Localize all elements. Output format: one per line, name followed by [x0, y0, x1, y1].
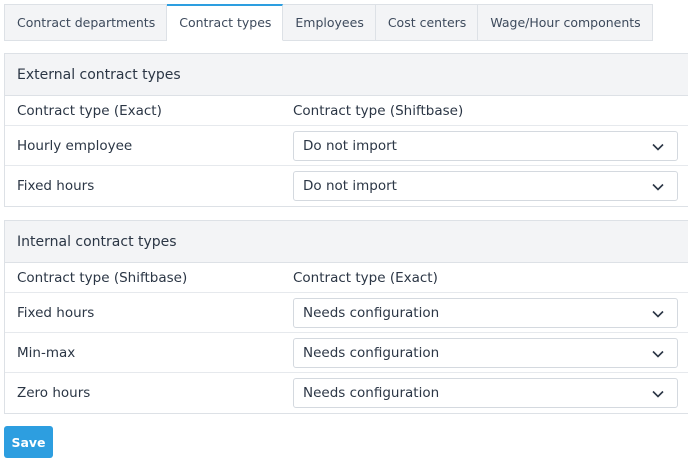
- contract-type-label: Fixed hours: [17, 178, 95, 194]
- table-row: Hourly employee Do not import: [5, 126, 688, 166]
- table-header-row: Contract type (Shiftbase) Contract type …: [5, 263, 688, 293]
- chevron-down-icon: [652, 350, 664, 358]
- contract-type-select[interactable]: Needs configuration: [293, 378, 678, 408]
- chevron-down-icon: [652, 390, 664, 398]
- external-contract-types-panel: External contract types Contract type (E…: [4, 53, 688, 207]
- contract-type-label: Fixed hours: [17, 304, 95, 321]
- select-value: Needs configuration: [303, 345, 440, 361]
- panel-title: Internal contract types: [5, 221, 688, 263]
- tab-contract-types[interactable]: Contract types: [167, 4, 284, 41]
- tab-employees[interactable]: Employees: [283, 4, 376, 41]
- panel-title: External contract types: [5, 54, 688, 96]
- table-row: Fixed hours Needs configuration: [5, 293, 688, 333]
- table-row: Fixed hours Do not import: [5, 166, 688, 206]
- column-header: Contract type (Shiftbase): [17, 269, 188, 286]
- contract-type-label: Zero hours: [17, 385, 91, 401]
- contract-type-label: Hourly employee: [17, 137, 133, 154]
- column-header: Contract type (Shiftbase): [293, 102, 464, 119]
- select-value: Do not import: [303, 178, 397, 194]
- contract-type-select[interactable]: Needs configuration: [293, 338, 678, 368]
- contract-type-select[interactable]: Needs configuration: [293, 298, 678, 328]
- contract-type-select[interactable]: Do not import: [293, 171, 678, 201]
- chevron-down-icon: [652, 183, 664, 191]
- save-button[interactable]: Save: [4, 426, 53, 458]
- contract-type-select[interactable]: Do not import: [293, 131, 678, 161]
- select-value: Needs configuration: [303, 305, 440, 321]
- table-row: Zero hours Needs configuration: [5, 373, 688, 413]
- contract-type-label: Min-max: [17, 344, 76, 361]
- chevron-down-icon: [652, 310, 664, 318]
- tab-contract-departments[interactable]: Contract departments: [4, 4, 168, 41]
- column-header: Contract type (Exact): [17, 102, 162, 119]
- select-value: Needs configuration: [303, 385, 440, 401]
- tab-bar: Contract departments Contract types Empl…: [4, 4, 653, 41]
- table-row: Min-max Needs configuration: [5, 333, 688, 373]
- internal-contract-types-panel: Internal contract types Contract type (S…: [4, 220, 688, 414]
- chevron-down-icon: [652, 143, 664, 151]
- tab-wage-hour-components[interactable]: Wage/Hour components: [478, 4, 653, 41]
- column-header: Contract type (Exact): [293, 269, 438, 286]
- select-value: Do not import: [303, 138, 397, 154]
- tab-cost-centers[interactable]: Cost centers: [375, 4, 479, 41]
- table-header-row: Contract type (Exact) Contract type (Shi…: [5, 96, 688, 126]
